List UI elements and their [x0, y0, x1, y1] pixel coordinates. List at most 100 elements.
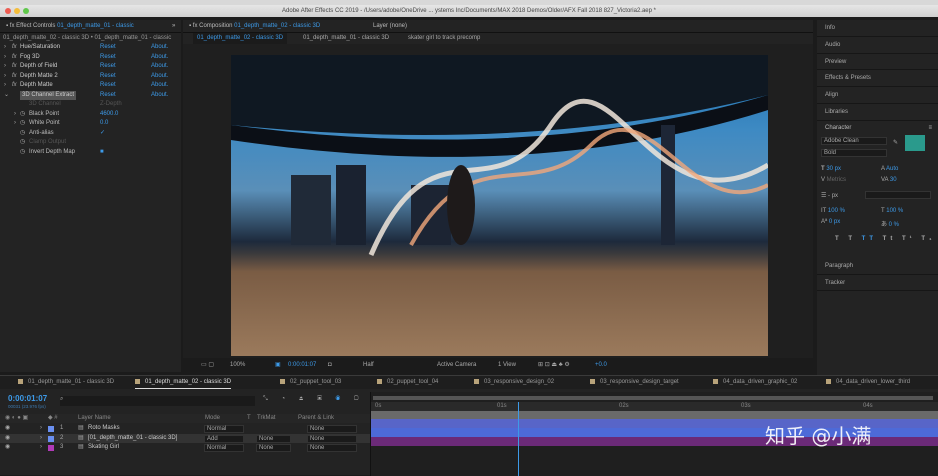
effect-property-row[interactable]: ◷ Clamp Output [0, 138, 181, 148]
label-color[interactable] [48, 435, 54, 442]
stroke-style-dropdown[interactable] [865, 190, 931, 199]
timeline-tab[interactable]: 02_puppet_tool_04 [377, 376, 438, 389]
expand-icon[interactable]: › [14, 110, 16, 120]
expand-icon[interactable]: › [40, 424, 42, 434]
effect-row[interactable]: › fx Depth Matte 2 Reset About. [0, 72, 181, 82]
parent-dropdown[interactable]: None [307, 434, 357, 443]
expand-icon[interactable]: › [40, 434, 42, 444]
property-value[interactable]: 4600.0 [100, 110, 118, 120]
layer-mode-dropdown[interactable]: Normal [204, 444, 244, 452]
effect-name[interactable]: Hue/Saturation [20, 43, 60, 53]
effect-property-row[interactable]: 3D Channel Z-Depth [0, 100, 181, 110]
minimize-window-button[interactable] [14, 8, 20, 14]
effect-row[interactable]: › fx Depth of Field Reset About. [0, 62, 181, 72]
effect-name[interactable]: Depth Matte 2 [20, 72, 58, 82]
effect-name[interactable]: 3D Channel Extract [20, 90, 77, 100]
panel-paragraph[interactable]: Paragraph [817, 258, 938, 275]
layer-row[interactable]: ◉ › ▤ 1 Roto Masks Normal None [0, 424, 370, 434]
horizontal-scale-field[interactable]: 100 % [886, 208, 903, 214]
effect-property-row[interactable]: › ◷ White Point 0.0 [0, 119, 181, 129]
col-trkmat[interactable]: TrkMat [257, 414, 275, 423]
stroke-width-field[interactable]: - px [828, 193, 838, 199]
parent-dropdown[interactable]: None [307, 425, 357, 433]
text-style-buttons[interactable]: T T TT Tt T¹ T₁ [835, 236, 936, 242]
layer-mode-dropdown[interactable]: Add [204, 434, 244, 443]
effect-about-link[interactable]: About. [151, 72, 168, 82]
panel-audio[interactable]: Audio [817, 37, 938, 54]
trkmat-dropdown[interactable]: None [256, 444, 291, 452]
fill-color-swatch[interactable] [905, 134, 925, 151]
col-mode[interactable]: Mode [205, 414, 220, 423]
snapshot-icon[interactable]: ◘ [328, 358, 332, 372]
effect-name[interactable]: Depth of Field [20, 62, 57, 72]
stopwatch-icon[interactable]: ◷ [20, 129, 25, 139]
timeline-tab[interactable]: 01_depth_matte_01 - classic 3D [18, 376, 114, 389]
effect-about-link[interactable]: About. [151, 91, 168, 101]
property-value[interactable]: ✓ [100, 129, 105, 139]
panel-menu-icon[interactable]: ≡ [928, 121, 932, 135]
composition-header[interactable]: ▪ fx Composition 01_depth_matte_02 - cla… [183, 20, 813, 33]
layer-name[interactable]: [01_depth_matte_01 - classic 3D] [88, 434, 177, 444]
zoom-window-button[interactable] [23, 8, 29, 14]
layer-number[interactable]: 3 [60, 443, 63, 453]
layer-name[interactable]: Skating Girl [88, 443, 119, 453]
timeline-tab[interactable]: 02_puppet_tool_03 [280, 376, 341, 389]
font-style-dropdown[interactable]: Bold [821, 148, 887, 157]
visibility-icon[interactable]: ◉ [5, 434, 10, 444]
zoom-dropdown[interactable]: 100% [230, 358, 245, 372]
baseline-shift-field[interactable]: 0 px [829, 219, 840, 225]
panel-preview[interactable]: Preview [817, 54, 938, 71]
timeline-tab[interactable]: 04_data_driven_graphic_02 [713, 376, 797, 389]
property-value[interactable]: 0.0 [100, 119, 108, 129]
trkmat-dropdown[interactable]: None [256, 434, 291, 443]
effect-reset-link[interactable]: Reset [100, 81, 116, 91]
timeline-tab[interactable]: 01_depth_matte_02 - classic 3D [135, 376, 232, 389]
breadcrumb-item[interactable]: 01_depth_matte_02 - classic 3D [193, 33, 288, 44]
viewer-option-icons[interactable]: ⊞ ⊡ ⏏ ♣ ⚙ [538, 358, 570, 372]
close-window-button[interactable] [5, 8, 11, 14]
timeline-tab[interactable]: 03_responsive_design_02 [474, 376, 554, 389]
effect-row[interactable]: › fx Depth Matte Reset About. [0, 81, 181, 91]
parent-dropdown[interactable]: None [307, 444, 357, 452]
font-family-dropdown[interactable]: Adobe Clean [821, 136, 887, 145]
effect-name[interactable]: Depth Matte [20, 81, 53, 91]
layer-panel-tab[interactable]: Layer (none) [373, 20, 407, 33]
panel-tracker[interactable]: Tracker [817, 275, 938, 292]
effect-about-link[interactable]: About. [151, 81, 168, 91]
kerning-field[interactable]: Metrics [827, 177, 846, 183]
layer-mode-dropdown[interactable]: Normal [204, 425, 244, 433]
timeline-tab[interactable]: 03_responsive_design_target [590, 376, 679, 389]
layer-search-input[interactable]: ⌕ [60, 396, 255, 406]
panel-info[interactable]: Info [817, 20, 938, 37]
stopwatch-icon[interactable]: ◷ [20, 138, 25, 148]
comp-viewer-image[interactable] [231, 55, 768, 356]
eyedropper-icon[interactable]: ✎ [893, 139, 898, 146]
effect-property-row[interactable]: ◷ Anti-alias ✓ [0, 129, 181, 139]
effect-row[interactable]: ⌄ 3D Channel Extract Reset About. [0, 90, 181, 101]
panel-align[interactable]: Align [817, 87, 938, 104]
layer-name[interactable]: Roto Masks [88, 424, 120, 434]
effect-reset-link[interactable]: Reset [100, 72, 116, 82]
panel-libraries[interactable]: Libraries [817, 104, 938, 121]
effect-about-link[interactable]: About. [151, 62, 168, 72]
timeline-switch-icons[interactable]: ⤡ ◔ ⏏ ▣ ◉ ▢ [263, 396, 364, 403]
current-time-field[interactable]: 0:00:01:07 [288, 358, 316, 372]
layer-row[interactable]: ◉ › ▤ 2 [01_depth_matte_01 - classic 3D] Add N… [0, 433, 370, 444]
col-layer-name[interactable]: Layer Name [78, 414, 111, 423]
view-layout-dropdown[interactable]: 1 View [498, 358, 516, 372]
timeline-tab[interactable]: 04_data_driven_lower_third [826, 376, 910, 389]
character-panel-header[interactable]: Character ≡ [817, 121, 938, 135]
effect-property-row[interactable]: ◷ Invert Depth Map ■ [0, 148, 181, 158]
label-color[interactable] [48, 445, 54, 451]
expand-icon[interactable]: › [40, 443, 42, 453]
expand-icon[interactable]: › [14, 119, 16, 129]
stopwatch-icon[interactable]: ◷ [20, 110, 25, 120]
col-t[interactable]: T [247, 414, 251, 423]
effect-reset-link[interactable]: Reset [100, 43, 116, 53]
vertical-scale-field[interactable]: 100 % [828, 208, 845, 214]
time-ruler[interactable]: 0s 01s 02s 03s 04s [371, 402, 938, 411]
effect-reset-link[interactable]: Reset [100, 53, 116, 63]
effect-controls-header[interactable]: ▪ fx Effect Controls 01_depth_matte_01 -… [0, 20, 181, 33]
exposure-value[interactable]: +0.0 [595, 358, 607, 372]
tracking-field[interactable]: 30 [890, 177, 897, 183]
